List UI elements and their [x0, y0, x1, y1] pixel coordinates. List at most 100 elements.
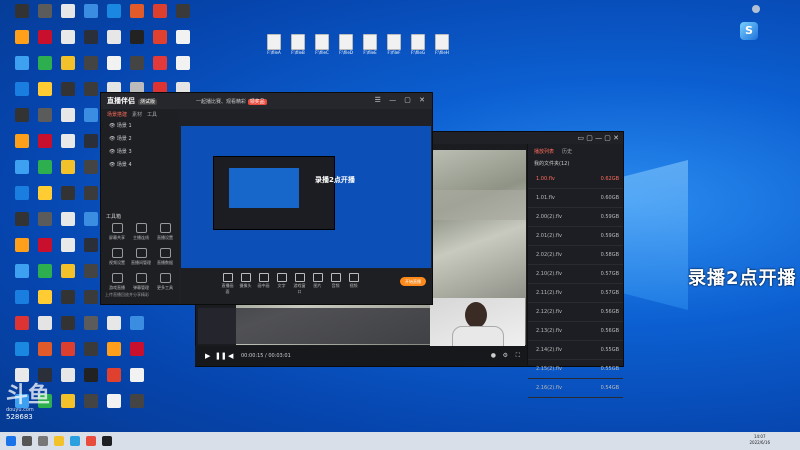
desktop-icon[interactable]: [10, 212, 34, 238]
playlist-item[interactable]: 1.01.flv 0.60GB: [528, 189, 623, 208]
desktop-icon[interactable]: [102, 368, 126, 394]
tool-item[interactable]: 直播间管理: [129, 248, 153, 266]
desktop-icon[interactable]: [79, 316, 103, 342]
playlist-item[interactable]: 2.02(2).flv 0.58GB: [528, 246, 623, 265]
video-controls-bar[interactable]: ▶ ❚❚ ◀ 00:00:15 / 00:03:01 ● ⚙ ⛶: [195, 346, 532, 366]
search-icon[interactable]: [22, 436, 32, 446]
source-button[interactable]: 音频: [329, 273, 342, 295]
tab-material[interactable]: 素材: [132, 111, 142, 118]
desktop-icon[interactable]: [33, 238, 57, 264]
playlist-item[interactable]: 2.14(2).flv 0.55GB: [528, 341, 623, 360]
tab-tools[interactable]: 工具: [147, 111, 157, 118]
history-tab[interactable]: 历史: [562, 148, 572, 155]
video-player-window-controls[interactable]: ▭ ▢ — ▢ ✕: [577, 134, 619, 142]
desktop-icon[interactable]: [102, 4, 126, 30]
desktop-icon[interactable]: [148, 30, 172, 56]
playlist-tab[interactable]: 播放列表: [534, 148, 554, 155]
scene-item[interactable]: 👁 场景 2: [101, 133, 179, 146]
desktop-icon[interactable]: [56, 342, 80, 368]
desktop-icon[interactable]: [10, 56, 34, 82]
desktop-icon[interactable]: [125, 56, 149, 82]
tool-item[interactable]: 直播数据: [153, 248, 177, 266]
desktop-icon[interactable]: [148, 56, 172, 82]
desktop-icon[interactable]: [79, 56, 103, 82]
edge-icon[interactable]: [70, 436, 80, 446]
playlist-item[interactable]: 2.10(2).flv 0.57GB: [528, 265, 623, 284]
desktop-icon[interactable]: [79, 368, 103, 394]
desktop-icon[interactable]: [102, 316, 126, 342]
playlist-item[interactable]: 1.00.flv 0.62GB: [528, 170, 623, 189]
desktop-icon[interactable]: [79, 30, 103, 56]
desktop-icon[interactable]: [125, 316, 149, 342]
clock[interactable]: 14:07 2022/6/16: [749, 434, 770, 446]
tab-scene[interactable]: 场景搭建: [107, 111, 127, 118]
desktop-icon[interactable]: [10, 108, 34, 134]
desktop-icon[interactable]: [56, 290, 80, 316]
playlist-item[interactable]: 2.00(2).flv 0.59GB: [528, 208, 623, 227]
source-button[interactable]: 画中画: [257, 273, 270, 295]
scene-item[interactable]: 👁 场景 3: [101, 146, 179, 159]
recorder-window[interactable]: 直播伴侣 测试版 一起播比赛、观看精彩 领奖品 ☰ — ▢ ✕ 场景搭建 素材 工…: [100, 92, 433, 305]
desktop-file[interactable]: F:\fileG: [407, 34, 429, 55]
desktop-icon[interactable]: [33, 134, 57, 160]
desktop-icon[interactable]: [171, 30, 195, 56]
desktop-icon[interactable]: [10, 186, 34, 212]
desktop-icon[interactable]: [56, 238, 80, 264]
desktop-file[interactable]: F:\fileC: [311, 34, 333, 55]
desktop-icon[interactable]: [102, 342, 126, 368]
desktop-icon[interactable]: [33, 4, 57, 30]
desktop-icon[interactable]: [56, 212, 80, 238]
desktop-icon[interactable]: [125, 342, 149, 368]
desktop-icon[interactable]: [33, 212, 57, 238]
desktop-icon[interactable]: [10, 342, 34, 368]
playlist-item[interactable]: 2.12(2).flv 0.56GB: [528, 303, 623, 322]
source-button[interactable]: 摄像头: [239, 273, 252, 295]
top-message[interactable]: 一起播比赛、观看精彩 领奖品: [196, 98, 267, 105]
player-taskbar-icon[interactable]: [102, 436, 112, 446]
playlist-folder[interactable]: 我的文件夹(12): [528, 158, 623, 170]
subtitle-icon[interactable]: ●: [491, 352, 496, 359]
source-button[interactable]: 游戏窗口: [293, 273, 306, 295]
settings-icon[interactable]: ⚙: [503, 352, 508, 359]
desktop-icon[interactable]: [33, 290, 57, 316]
desktop-icon[interactable]: [10, 316, 34, 342]
desktop-icon[interactable]: [56, 186, 80, 212]
tool-item[interactable]: 主播连线: [129, 223, 153, 241]
tool-item[interactable]: 游戏直播: [105, 273, 129, 291]
desktop-icon[interactable]: [33, 30, 57, 56]
desktop-icon[interactable]: [79, 342, 103, 368]
desktop-icon[interactable]: [56, 108, 80, 134]
desktop-icon[interactable]: [10, 290, 34, 316]
desktop-icon[interactable]: [102, 56, 126, 82]
explorer-icon[interactable]: [54, 436, 64, 446]
desktop-icon[interactable]: [33, 342, 57, 368]
desktop-icon[interactable]: [56, 134, 80, 160]
desktop-icon[interactable]: [171, 56, 195, 82]
recorder-footer-text[interactable]: 上传直播回放并分享精彩: [105, 292, 149, 298]
desktop-file[interactable]: F:\fileB: [287, 34, 309, 55]
desktop-icon[interactable]: [33, 316, 57, 342]
source-button[interactable]: 图片: [311, 273, 324, 295]
recorder-titlebar[interactable]: 直播伴侣 测试版 一起播比赛、观看精彩 领奖品 ☰ — ▢ ✕: [101, 93, 432, 109]
desktop-icon[interactable]: [56, 30, 80, 56]
desktop-icon[interactable]: [10, 264, 34, 290]
tray-mini-icon[interactable]: [752, 5, 760, 13]
tool-item[interactable]: 视频设置: [105, 248, 129, 266]
tool-item[interactable]: 屏幕共享: [105, 223, 129, 241]
desktop-icon[interactable]: [171, 4, 195, 30]
desktop-icon[interactable]: [33, 264, 57, 290]
desktop-icon[interactable]: [102, 394, 126, 420]
app-s-icon[interactable]: S: [740, 22, 758, 40]
desktop-icon[interactable]: [10, 4, 34, 30]
desktop-icon[interactable]: [56, 160, 80, 186]
playlist-item[interactable]: 2.11(2).flv 0.57GB: [528, 284, 623, 303]
recorder-preview[interactable]: [181, 126, 431, 268]
source-button[interactable]: 文字: [275, 273, 288, 295]
desktop-icon[interactable]: [33, 82, 57, 108]
play-icon[interactable]: ▶: [205, 352, 210, 360]
desktop-icon[interactable]: [56, 4, 80, 30]
desktop-icon[interactable]: [56, 316, 80, 342]
scene-item[interactable]: 👁 场景 1: [101, 120, 179, 133]
desktop-file[interactable]: F:\fileF: [383, 34, 405, 55]
source-button[interactable]: 直播画面: [221, 273, 234, 295]
